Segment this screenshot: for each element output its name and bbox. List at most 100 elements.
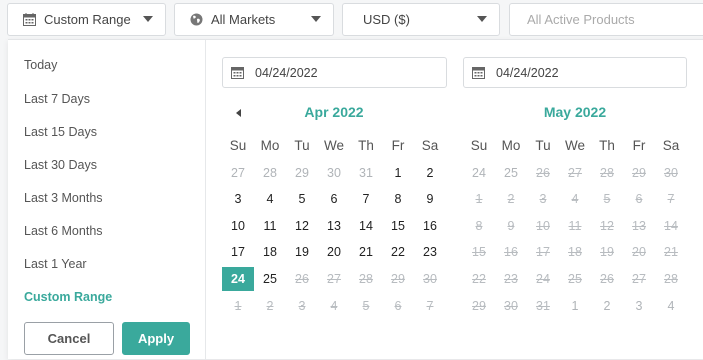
day-cell: 30 <box>423 271 437 286</box>
day-cell: 5 <box>603 192 611 207</box>
weekday-label: Su <box>470 138 488 153</box>
day-cell[interactable]: 5 <box>286 187 318 211</box>
day-cell[interactable]: 22 <box>382 240 414 264</box>
day-cell[interactable]: 25 <box>254 267 286 291</box>
day-cell: 3 <box>298 298 306 313</box>
preset-last-3-months[interactable]: Last 3 Months <box>24 191 103 205</box>
day-cell[interactable]: 10 <box>222 214 254 238</box>
day-cell: 23 <box>504 271 518 286</box>
day-cell: 27 <box>327 271 341 286</box>
day-cell: 10 <box>536 218 550 233</box>
day-cell: 26 <box>536 165 550 180</box>
day-cell: 18 <box>568 245 582 260</box>
weekday-label: Tu <box>294 138 310 153</box>
day-cell[interactable]: 6 <box>318 187 350 211</box>
day-cell[interactable]: 2 <box>414 161 446 185</box>
selected-day-cell[interactable]: 24 <box>222 266 254 291</box>
week-row: 8 9 10 11 12 13 14 <box>463 214 687 241</box>
day-cell: 3 <box>635 298 643 313</box>
market-label: All Markets <box>211 12 276 27</box>
chevron-down-icon <box>311 16 321 22</box>
weekday-label: Sa <box>662 138 680 153</box>
start-date-value: 04/24/2022 <box>255 65 318 80</box>
market-dropdown[interactable]: All Markets <box>174 3 334 36</box>
weekday-label: We <box>564 138 585 153</box>
day-cell: 4 <box>330 298 338 313</box>
day-cell[interactable]: 14 <box>350 214 382 238</box>
day-cell: 11 <box>568 218 582 233</box>
day-cell[interactable]: 12 <box>286 214 318 238</box>
day-cell[interactable]: 8 <box>382 187 414 211</box>
day-cell: 20 <box>632 245 646 260</box>
day-cell: 26 <box>295 271 309 286</box>
weekday-label: Fr <box>391 138 405 153</box>
day-cell[interactable]: 18 <box>254 240 286 264</box>
day-cell: 29 <box>391 271 405 286</box>
preset-last-15-days[interactable]: Last 15 Days <box>24 125 97 139</box>
day-cell[interactable]: 4 <box>254 187 286 211</box>
weekday-label: Mo <box>501 138 521 153</box>
day-cell[interactable]: 3 <box>222 187 254 211</box>
day-cell[interactable]: 19 <box>286 240 318 264</box>
date-range-label: Custom Range <box>44 12 131 27</box>
day-cell[interactable]: 17 <box>222 240 254 264</box>
day-cell: 17 <box>536 245 550 260</box>
day-cell[interactable]: 9 <box>414 187 446 211</box>
day-cell[interactable]: 15 <box>382 214 414 238</box>
week-row: 1 2 3 4 5 6 7 <box>222 294 446 321</box>
day-cell[interactable]: 16 <box>414 214 446 238</box>
weekday-label: Su <box>229 138 247 153</box>
week-row: 24 25 26 27 28 29 30 <box>222 266 446 294</box>
calendar-grid: Su Mo Tu We Th Fr Sa 24 25 26 27 28 29 30 1 2 3 4 5 6 7 8 9 10 1… <box>463 134 687 320</box>
week-row: 1 2 3 4 5 6 7 <box>463 187 687 214</box>
day-cell: 28 <box>600 165 614 180</box>
weekday-label: Sa <box>421 138 439 153</box>
day-cell[interactable]: 20 <box>318 240 350 264</box>
start-date-input[interactable]: 04/24/2022 <box>222 57 447 88</box>
calendar-icon <box>472 66 486 80</box>
week-row: 17 18 19 20 21 22 23 <box>222 240 446 267</box>
weekday-header: Su Mo Tu We Th Fr Sa <box>463 134 687 161</box>
day-cell: 1 <box>475 192 483 207</box>
day-cell: 4 <box>571 192 579 207</box>
apply-button[interactable]: Apply <box>122 322 190 355</box>
day-cell[interactable]: 11 <box>254 214 286 238</box>
day-cell: 24 <box>536 271 550 286</box>
products-placeholder: All Active Products <box>527 12 635 27</box>
preset-last-6-months[interactable]: Last 6 Months <box>24 224 103 238</box>
day-cell: 25 <box>568 271 582 286</box>
preset-last-1-year[interactable]: Last 1 Year <box>24 257 87 271</box>
day-cell: 28 <box>359 271 373 286</box>
day-cell: 31 <box>359 165 373 180</box>
day-cell: 22 <box>472 271 486 286</box>
preset-last-30-days[interactable]: Last 30 Days <box>24 158 97 172</box>
chevron-down-icon <box>143 16 153 22</box>
date-range-dropdown[interactable]: Custom Range <box>7 3 166 36</box>
day-cell: 27 <box>632 271 646 286</box>
day-cell[interactable]: 21 <box>350 240 382 264</box>
day-cell: 28 <box>664 271 678 286</box>
day-cell: 19 <box>600 245 614 260</box>
calendar-grid: Su Mo Tu We Th Fr Sa 27 28 29 30 31 1 2 3 4 5 6 7 8 9 10 11 12 1… <box>222 134 446 320</box>
day-cell[interactable]: 13 <box>318 214 350 238</box>
day-cell[interactable]: 7 <box>350 187 382 211</box>
currency-dropdown[interactable]: USD ($) <box>342 3 500 36</box>
calendar-icon <box>231 66 245 80</box>
preset-custom-range[interactable]: Custom Range <box>24 290 112 304</box>
day-cell: 14 <box>664 218 678 233</box>
filter-bar: Custom Range All Markets USD ($) All Act… <box>0 0 703 40</box>
cancel-button[interactable]: Cancel <box>24 322 114 355</box>
day-cell[interactable]: 23 <box>414 240 446 264</box>
end-date-value: 04/24/2022 <box>496 65 559 80</box>
end-date-input[interactable]: 04/24/2022 <box>463 57 687 88</box>
week-row: 29 30 31 1 2 3 4 <box>463 294 687 321</box>
day-cell: 30 <box>504 298 518 313</box>
week-row: 24 25 26 27 28 29 30 <box>463 161 687 188</box>
products-input[interactable]: All Active Products <box>509 3 703 36</box>
preset-last-7-days[interactable]: Last 7 Days <box>24 92 90 106</box>
preset-today[interactable]: Today <box>24 58 57 72</box>
day-cell: 8 <box>475 218 483 233</box>
day-cell[interactable]: 1 <box>382 161 414 185</box>
preset-list: Today Last 7 Days Last 15 Days Last 30 D… <box>8 40 206 360</box>
day-cell: 26 <box>600 271 614 286</box>
